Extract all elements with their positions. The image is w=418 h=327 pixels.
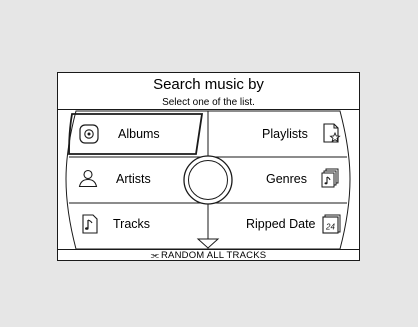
- menu-item-tracks[interactable]: Tracks: [70, 204, 196, 244]
- menu-item-label: Artists: [116, 172, 151, 186]
- random-all-tracks-label: RANDOM ALL TRACKS: [161, 250, 267, 261]
- music-note-icon: [82, 214, 98, 234]
- menu-item-label: Albums: [118, 127, 160, 141]
- menu-item-label: Genres: [266, 172, 307, 186]
- menu-item-playlists[interactable]: Playlists: [218, 114, 348, 154]
- menu-item-albums[interactable]: Albums: [70, 114, 196, 154]
- menu-item-label: Tracks: [113, 217, 151, 231]
- disc-icon: [79, 124, 99, 144]
- calendar-day: 24: [325, 223, 335, 232]
- music-search-screen: Search music by Select one of the list. …: [57, 72, 360, 261]
- menu-item-label: Playlists: [262, 127, 308, 141]
- person-icon: [78, 169, 98, 188]
- menu-item-ripped-date[interactable]: Ripped Date 24: [218, 204, 348, 244]
- genre-stack-icon: [321, 168, 339, 188]
- menu-item-genres[interactable]: Genres: [218, 159, 348, 199]
- menu-item-label: Ripped Date: [246, 217, 316, 231]
- random-all-tracks-button[interactable]: ⫘ RANDOM ALL TRACKS: [58, 250, 359, 261]
- playlist-star-icon: [323, 123, 341, 143]
- menu-item-artists[interactable]: Artists: [70, 159, 196, 199]
- calendar-icon: 24: [322, 214, 341, 234]
- shuffle-icon: ⫘: [150, 250, 159, 260]
